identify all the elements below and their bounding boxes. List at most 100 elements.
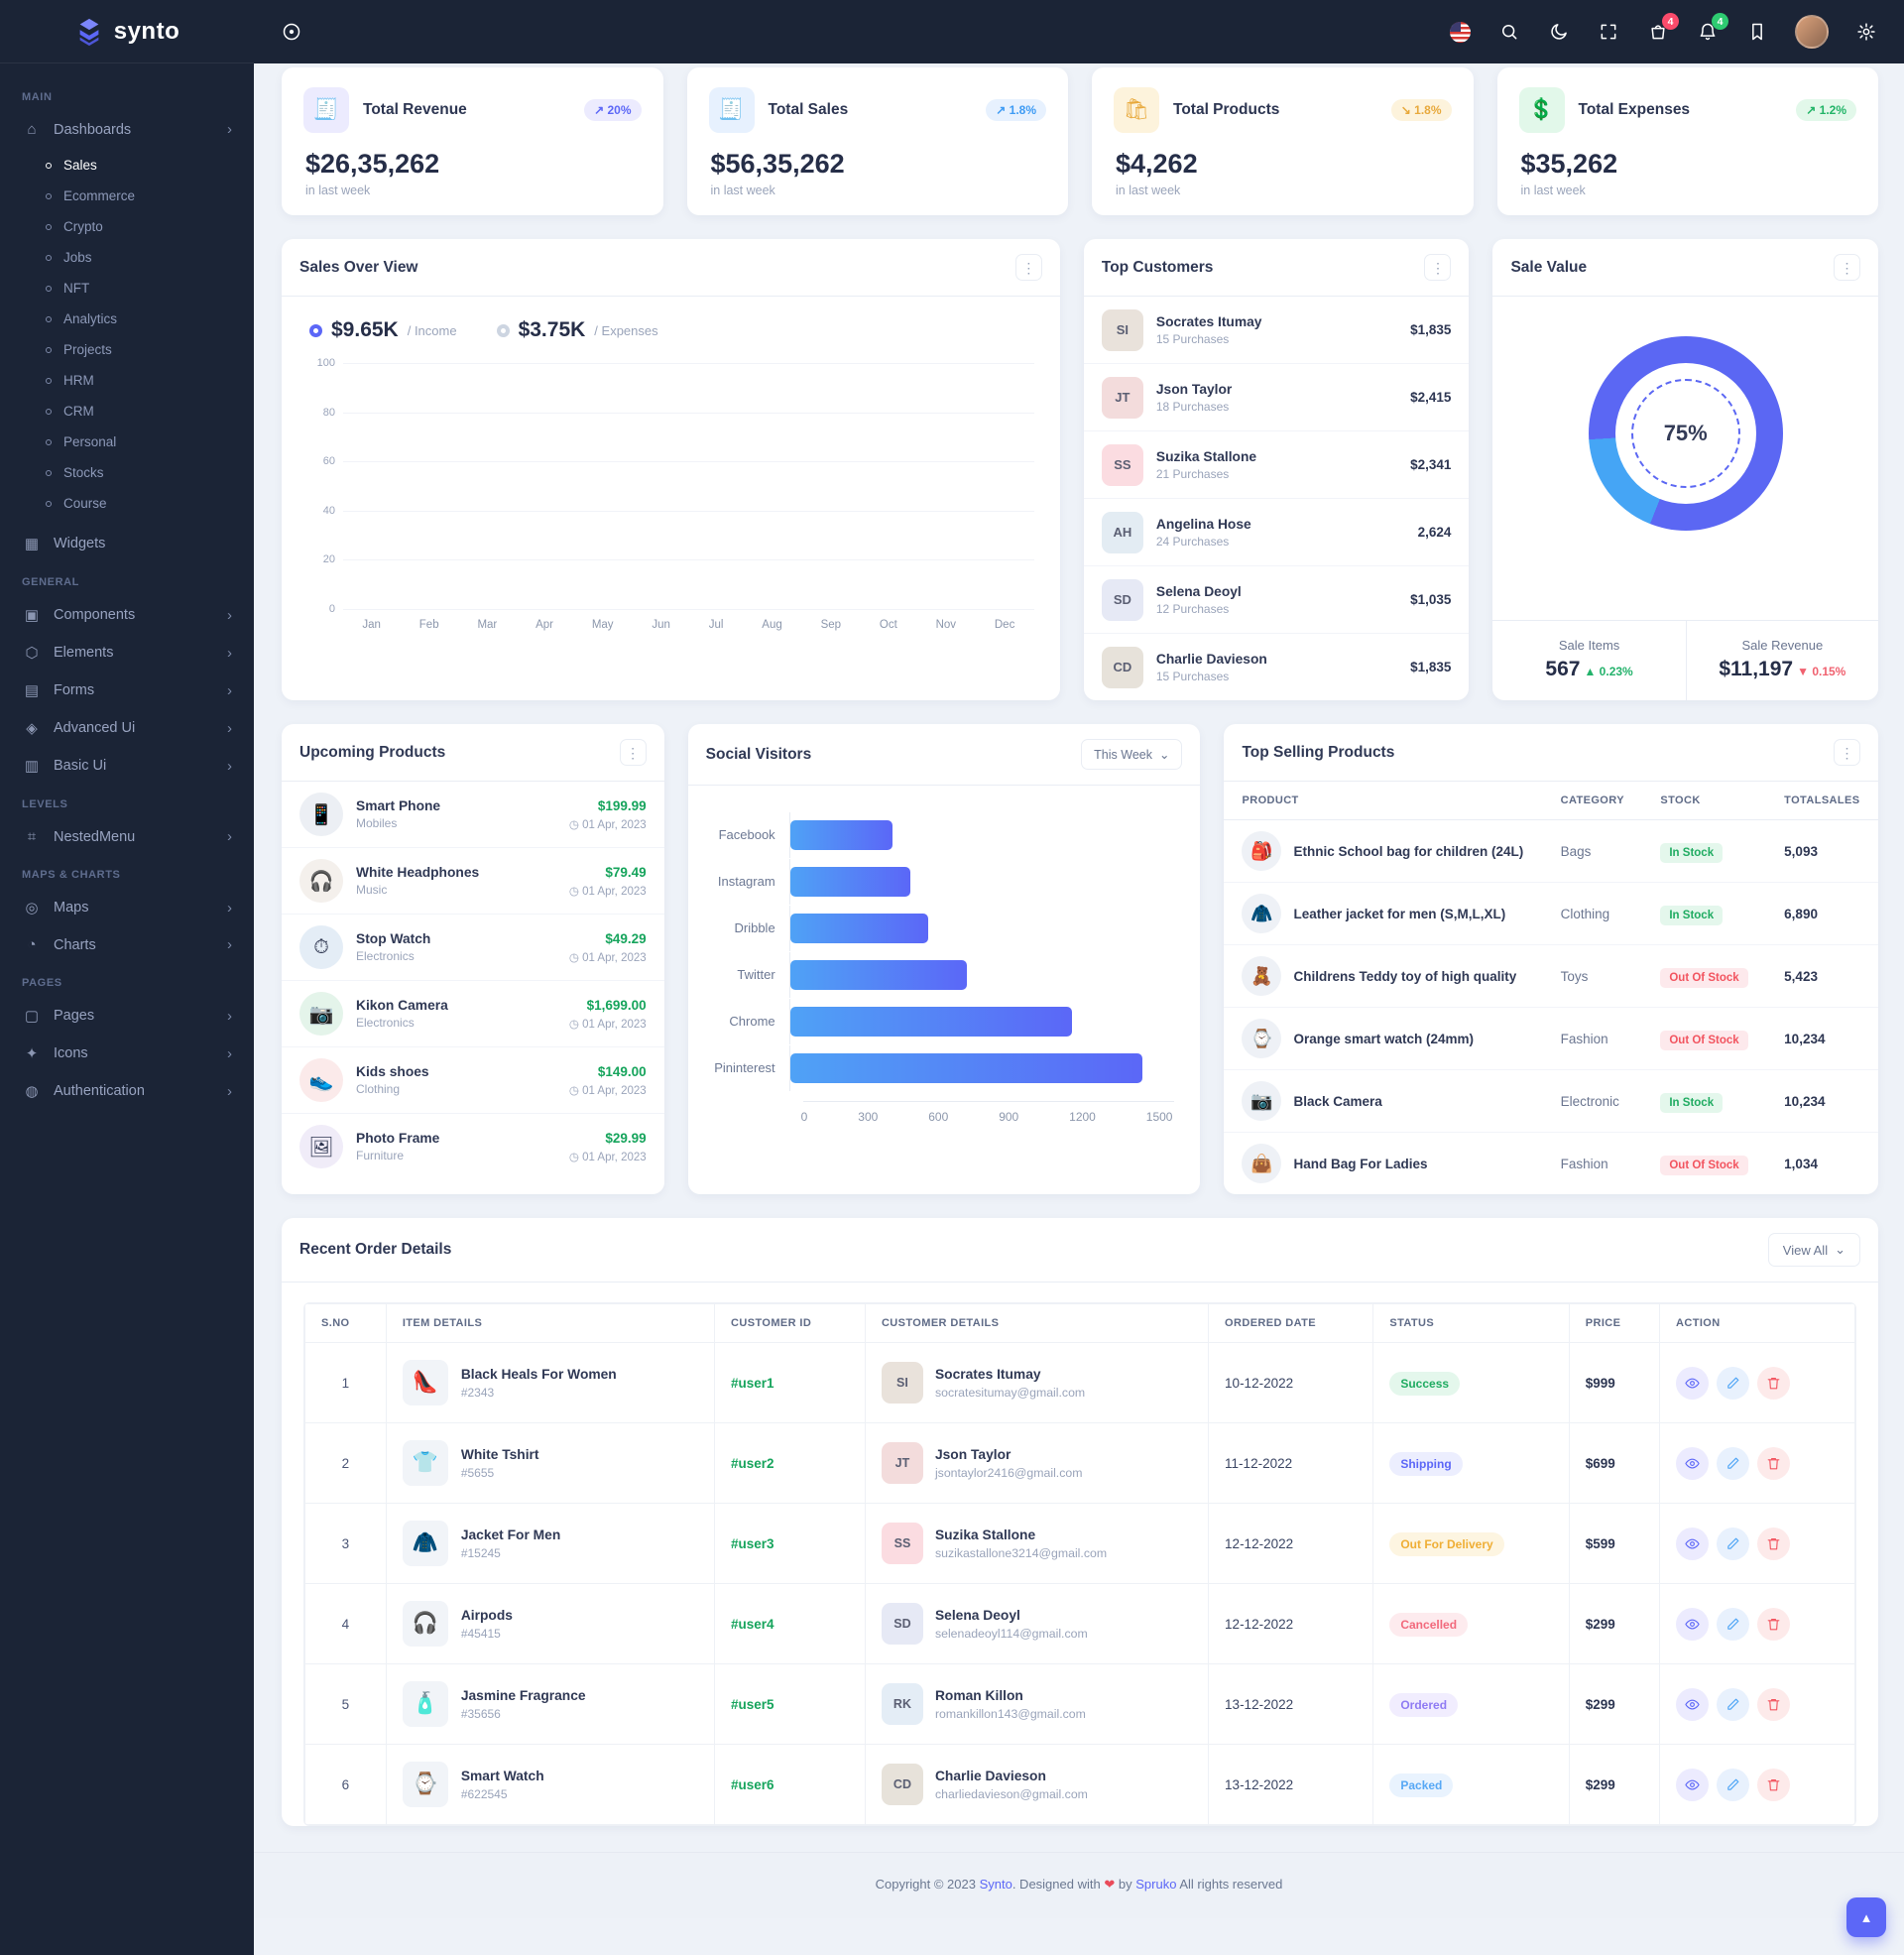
customer-row-charlie-davieson[interactable]: CD Charlie Davieson 15 Purchases $1,835 [1084,634,1470,700]
top-selling-row-black-camera[interactable]: 📷Black Camera Electronic In Stock 10,234 [1224,1070,1878,1133]
sidebar-subitem-nft[interactable]: NFT [0,273,254,304]
edit-order-button[interactable] [1717,1527,1749,1560]
upcoming-product-smart-phone[interactable]: 📱 Smart Phone Mobiles $199.99 ◷ 01 Apr, … [282,782,664,848]
view-order-button[interactable] [1676,1608,1709,1641]
sales-overview-x-labels: JanFebMarAprMayJunJulAugSepOctNovDec [343,619,1034,631]
view-order-button[interactable] [1676,1447,1709,1480]
edit-order-button[interactable] [1717,1367,1749,1400]
top-selling-row-orange-smart-watch-24mm[interactable]: ⌚Orange smart watch (24mm) Fashion Out O… [1224,1008,1878,1070]
customer-row-angelina-hose[interactable]: AH Angelina Hose 24 Purchases 2,624 [1084,499,1470,566]
sidebar-item-forms[interactable]: ▤ Forms › [0,672,254,709]
upcoming-product-white-headphones[interactable]: 🎧 White Headphones Music $79.49 ◷ 01 Apr… [282,848,664,915]
delete-order-button[interactable] [1757,1608,1790,1641]
top-selling-row-hand-bag-for-ladies[interactable]: 👜Hand Bag For Ladies Fashion Out Of Stoc… [1224,1133,1878,1195]
upcoming-product-stop-watch[interactable]: ⏱ Stop Watch Electronics $49.29 ◷ 01 Apr… [282,915,664,981]
clock-icon: ◷ [569,819,579,831]
sidebar-item-basic-ui[interactable]: ▥ Basic Ui › [0,747,254,785]
footer-designer-link[interactable]: Spruko [1135,1877,1176,1892]
icons-icon: ✦ [22,1044,42,1062]
customer-avatar: SI [1102,309,1143,351]
sidebar-subitem-jobs[interactable]: Jobs [0,242,254,273]
settings-button[interactable] [1854,20,1878,44]
sidebar-subitem-ecommerce[interactable]: Ecommerce [0,181,254,211]
sidebar-item-maps[interactable]: ◎ Maps › [0,889,254,926]
dark-mode-button[interactable] [1547,20,1571,44]
upcoming-product-kikon-camera[interactable]: 📷 Kikon Camera Electronics $1,699.00 ◷ 0… [282,981,664,1047]
sidebar-item-pages[interactable]: ▢ Pages › [0,997,254,1035]
sales-overview-menu-button[interactable]: ⋮ [1015,254,1042,281]
sidebar-subitem-crypto[interactable]: Crypto [0,211,254,242]
delete-order-button[interactable] [1757,1527,1790,1560]
sidebar-section-levels: LEVELS [0,785,254,818]
upcoming-products-menu-button[interactable]: ⋮ [620,739,647,766]
footer-brand-link[interactable]: Synto [980,1877,1012,1892]
stat-card-total-products[interactable]: 🛍 Total Products ↘ 1.8% $4,262 in last w… [1092,67,1474,215]
upcoming-product-photo-frame[interactable]: 🖼 Photo Frame Furniture $29.99 ◷ 01 Apr,… [282,1114,664,1179]
sidebar-item-charts[interactable]: ◔ Charts › [0,926,254,963]
edit-order-button[interactable] [1717,1608,1749,1641]
delete-order-button[interactable] [1757,1447,1790,1480]
view-order-button[interactable] [1676,1527,1709,1560]
delete-order-button[interactable] [1757,1367,1790,1400]
view-all-button[interactable]: View All ⌄ [1768,1233,1860,1267]
sidebar-item-icons[interactable]: ✦ Icons › [0,1035,254,1072]
top-selling-row-leather-jacket-for-men-s-m-l-xl[interactable]: 🧥Leather jacket for men (S,M,L,XL) Cloth… [1224,883,1878,945]
customer-row-selena-deoyl[interactable]: SD Selena Deoyl 12 Purchases $1,035 [1084,566,1470,634]
social-visitors-filter-button[interactable]: This Week ⌄ [1081,739,1182,770]
search-button[interactable] [1497,20,1521,44]
stat-card-title: Total Products [1173,101,1377,119]
sidebar-item-elements[interactable]: ⬡ Elements › [0,634,254,672]
edit-order-button[interactable] [1717,1688,1749,1721]
language-flag-button[interactable] [1448,20,1472,44]
top-selling-menu-button[interactable]: ⋮ [1834,739,1860,766]
view-order-button[interactable] [1676,1688,1709,1721]
top-selling-row-ethnic-school-bag-for-children-24l[interactable]: 🎒Ethnic School bag for children (24L) Ba… [1224,820,1878,883]
sidebar-item-advanced-ui[interactable]: ◈ Advanced Ui › [0,709,254,747]
customer-amount: $1,035 [1410,592,1451,607]
sidebar-subitem-hrm[interactable]: HRM [0,365,254,396]
edit-order-button[interactable] [1717,1769,1749,1801]
brand-logo[interactable]: synto [0,0,254,63]
stat-card-total-expenses[interactable]: 💲 Total Expenses ↗ 1.2% $35,262 in last … [1497,67,1879,215]
edit-order-button[interactable] [1717,1447,1749,1480]
customer-row-socrates-itumay[interactable]: SI Socrates Itumay 15 Purchases $1,835 [1084,297,1470,364]
sidebar-item-nestedmenu[interactable]: ⌗ NestedMenu › [0,818,254,855]
sidebar-subitem-course[interactable]: Course [0,488,254,519]
stat-card-total-sales[interactable]: 🧾 Total Sales ↗ 1.8% $56,35,262 in last … [687,67,1069,215]
fullscreen-button[interactable] [1597,20,1620,44]
sale-value-menu-button[interactable]: ⋮ [1834,254,1860,281]
social-bar [790,867,911,897]
sidebar-item-widgets[interactable]: ▦ Widgets [0,525,254,562]
sale-value-donut-chart: 75% [1589,336,1783,531]
sidebar-subitem-projects[interactable]: Projects [0,334,254,365]
sidebar-item-components[interactable]: ▣ Components › [0,596,254,634]
cart-button[interactable]: 4 [1646,20,1670,44]
view-order-button[interactable] [1676,1769,1709,1801]
trash-icon [1766,1456,1781,1471]
delete-order-button[interactable] [1757,1769,1790,1801]
sidebar-item-dashboards[interactable]: ⌂ Dashboards › [0,111,254,148]
sidebar-toggle-button[interactable] [280,20,303,44]
notifications-button[interactable]: 4 [1696,20,1720,44]
top-selling-row-childrens-teddy-toy-of-high-quality[interactable]: 🧸Childrens Teddy toy of high quality Toy… [1224,945,1878,1008]
scroll-to-top-button[interactable]: ▲ [1846,1897,1886,1937]
sidebar-subitem-stocks[interactable]: Stocks [0,457,254,488]
sidebar-subitem-sales[interactable]: Sales [0,150,254,181]
product-price: $49.29 [569,931,647,946]
sidebar-subitem-crm[interactable]: CRM [0,396,254,427]
user-avatar[interactable] [1795,15,1829,49]
sidebar-subitem-personal[interactable]: Personal [0,427,254,457]
view-order-button[interactable] [1676,1367,1709,1400]
customer-row-suzika-stallone[interactable]: SS Suzika Stallone 21 Purchases $2,341 [1084,431,1470,499]
stat-card-total-revenue[interactable]: 🧾 Total Revenue ↗ 20% $26,35,262 in last… [282,67,663,215]
bookmark-button[interactable] [1745,20,1769,44]
product-image: 🧥 [1242,894,1281,933]
sidebar-subitem-analytics[interactable]: Analytics [0,304,254,334]
item-image: 👠 [403,1360,448,1405]
upcoming-product-kids-shoes[interactable]: 👟 Kids shoes Clothing $149.00 ◷ 01 Apr, … [282,1047,664,1114]
top-customers-menu-button[interactable]: ⋮ [1424,254,1451,281]
delete-order-button[interactable] [1757,1688,1790,1721]
bookmark-icon [1747,22,1767,42]
customer-row-json-taylor[interactable]: JT Json Taylor 18 Purchases $2,415 [1084,364,1470,431]
sidebar-item-authentication[interactable]: ◍ Authentication › [0,1072,254,1110]
